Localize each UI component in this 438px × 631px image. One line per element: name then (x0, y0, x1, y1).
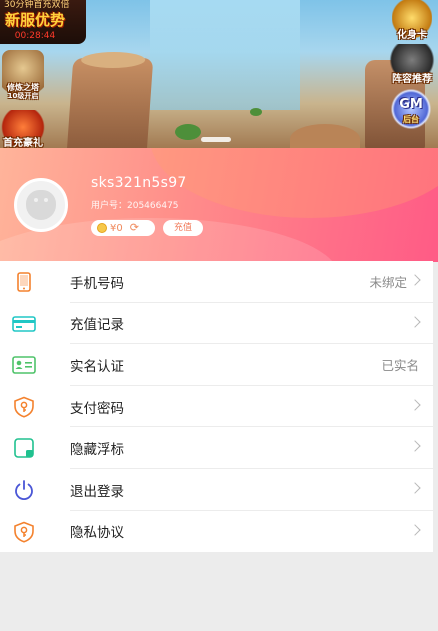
lineup-label: 阵容推荐 (392, 74, 432, 85)
menu-item-phone[interactable]: 手机号码 未绑定 (0, 261, 433, 303)
coin-icon (97, 223, 107, 233)
chevron-right-icon (409, 399, 421, 411)
phone-icon (12, 271, 36, 293)
chevron-right-icon (409, 315, 421, 328)
menu-item-label: 充值记录 (70, 317, 124, 334)
recharge-button[interactable]: 充值 (163, 220, 203, 236)
avatar-card-label: 化身卡 (397, 30, 427, 41)
menu-item-real-name[interactable]: 实名认证 已实名 (0, 344, 433, 386)
menu-item-label: 支付密码 (70, 400, 124, 417)
id-card-icon (12, 354, 36, 376)
shuriken-icon[interactable]: 阵容推荐 (388, 44, 436, 85)
tower-sublabel: 10级开启 (7, 92, 39, 100)
gift-label: 首充豪礼 (3, 138, 43, 148)
menu-item-hide-float[interactable]: 隐藏浮标 (0, 427, 433, 469)
menu-item-label: 退出登录 (70, 483, 124, 500)
chevron-right-icon (409, 523, 421, 536)
balance-pill: ¥0 ⟳ (91, 220, 155, 236)
menu-item-recharge-record[interactable]: 充值记录 (0, 303, 433, 345)
menu-item-value: 已实名 (381, 358, 419, 374)
avatar-card-icon[interactable]: 化身卡 (392, 0, 432, 41)
gm-sublabel: 后台 (403, 115, 419, 124)
banner-rock-small (290, 124, 360, 148)
tower-icon[interactable]: 修炼之塔 10级开启 (2, 50, 44, 102)
new-server-promo[interactable]: 30分钟首充双倍 新服优势 00:28:44 (0, 0, 86, 44)
balance-value: ¥0 (110, 222, 123, 234)
menu-item-label: 实名认证 (70, 358, 124, 375)
menu-item-label: 隐私协议 (70, 525, 124, 542)
refresh-icon[interactable]: ⟳ (130, 222, 139, 233)
menu-item-value: 未绑定 (369, 275, 407, 291)
gm-icon[interactable]: GM 后台 (390, 88, 432, 130)
chevron-right-icon (409, 440, 421, 453)
user-id: 用户号：205466475 (91, 201, 179, 211)
menu-item-logout[interactable]: 退出登录 (0, 469, 433, 511)
gift-icon[interactable]: 首充豪礼 (0, 110, 46, 148)
card-icon (12, 313, 36, 335)
banner-water (150, 0, 300, 110)
promo-subtitle: 30分钟首充双倍 (4, 0, 70, 10)
game-banner: 30分钟首充双倍 新服优势 00:28:44 修炼之塔 10级开启 首充豪礼 化… (0, 0, 438, 148)
menu-item-label: 手机号码 (70, 275, 124, 292)
banner-bush (175, 124, 201, 140)
privacy-shield-icon (12, 521, 36, 543)
promo-timer: 00:28:44 (14, 31, 56, 41)
user-avatar[interactable] (14, 178, 68, 232)
profile-header: sks321n5s97 用户号：205466475 ¥0 ⟳ 充值 (0, 148, 438, 262)
username: sks321n5s97 (91, 175, 187, 191)
settings-menu: 手机号码 未绑定 充值记录 实名认证 已实名 支付密码 隐藏浮标 退出登录 隐私… (0, 261, 433, 553)
promo-title: 新服优势 (5, 11, 66, 29)
gm-text: GM (399, 97, 423, 112)
banner-bush (250, 108, 262, 116)
default-avatar-icon (26, 190, 56, 220)
float-hide-icon (12, 437, 36, 459)
menu-item-label: 隐藏浮标 (70, 442, 124, 459)
chevron-right-icon (409, 482, 421, 494)
shield-key-icon (12, 396, 36, 418)
drag-handle[interactable] (201, 137, 231, 142)
power-icon (12, 479, 36, 501)
banner-rock-pillar (66, 58, 154, 148)
menu-item-privacy[interactable]: 隐私协议 (0, 511, 433, 553)
menu-item-payment-password[interactable]: 支付密码 (0, 386, 433, 428)
chevron-right-icon (409, 274, 421, 286)
